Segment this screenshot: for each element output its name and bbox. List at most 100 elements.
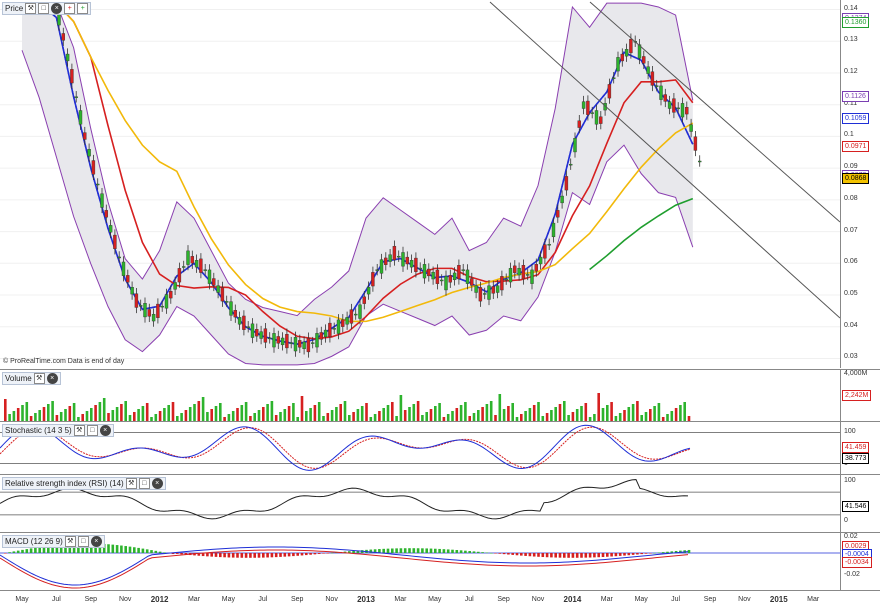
wrench-icon[interactable]: ⚒: [25, 3, 37, 14]
macd-hist-down: [214, 553, 218, 557]
macd-hist-up: [137, 547, 140, 553]
macd-hist-up: [472, 551, 476, 553]
macd-hist-up: [399, 548, 403, 553]
macd-hist-down: [231, 553, 235, 558]
macd-hist-down: [649, 553, 652, 554]
price-tick: 0.1: [844, 131, 854, 139]
maximize-icon[interactable]: □: [77, 536, 89, 547]
volume-bar-up: [434, 406, 437, 421]
volume-plot-area[interactable]: [0, 370, 841, 421]
wrench-icon[interactable]: ⚒: [125, 478, 137, 489]
volume-bar-up: [102, 398, 106, 421]
candle-down: [693, 136, 698, 151]
candle-up: [560, 195, 564, 204]
macd-hist-down: [176, 553, 179, 554]
volume-bar-up: [644, 412, 648, 421]
price-marker: 0.0971: [842, 140, 870, 152]
wrench-icon[interactable]: ⚒: [64, 536, 76, 547]
wrench-icon[interactable]: ⚒: [33, 373, 45, 384]
add-indicator-icon[interactable]: +: [64, 3, 76, 14]
macd-panel: MACD (12 26 9) ⚒ □ × 0.020-0.020.0029-0.…: [0, 532, 880, 591]
month-label: Jul: [671, 596, 681, 603]
macd-hist-down: [584, 553, 588, 558]
candle-up: [181, 266, 186, 268]
stochastic-chart: [0, 424, 840, 471]
macd-hist-down: [528, 553, 532, 557]
volume-bar-up: [206, 412, 209, 421]
month-label: Sep: [703, 596, 717, 603]
macd-hist-down: [550, 553, 553, 558]
macd-hist-down: [227, 553, 231, 558]
macd-hist-up: [386, 548, 390, 553]
volume-bar-up: [666, 414, 669, 421]
candle-up: [624, 49, 629, 57]
candle-up: [474, 285, 478, 293]
maximize-icon[interactable]: □: [138, 478, 150, 489]
candle-up: [272, 333, 276, 348]
stochastic-panel: Stochastic (14 3 5) ⚒ □ × 100041.45938.7…: [0, 421, 880, 474]
volume-bar-up: [231, 411, 235, 421]
macd-hist-down: [563, 553, 566, 558]
volume-bar-down: [391, 402, 394, 421]
volume-bar-up: [451, 411, 454, 421]
volume-bar-up: [85, 411, 89, 421]
volume-axis: 4,000M 2,242M: [841, 370, 880, 421]
volume-bar-up: [412, 404, 416, 421]
macd-hist-down: [283, 553, 287, 557]
macd-hist-up: [403, 548, 407, 553]
volume-bar-up: [373, 414, 377, 421]
volume-bar-down: [4, 399, 7, 421]
price-tick: 0.07: [844, 226, 858, 234]
volume-bar-up: [8, 414, 11, 421]
candle-up: [495, 285, 500, 293]
volume-bar-down: [597, 393, 600, 421]
macd-hist-down: [541, 553, 545, 558]
candle-down: [500, 276, 504, 291]
candle-up: [379, 259, 384, 274]
macd-hist-down: [644, 553, 648, 554]
macd-hist-down: [515, 553, 519, 556]
stochastic-plot-area[interactable]: [0, 422, 841, 474]
close-icon[interactable]: ×: [90, 536, 102, 547]
volume-bar-down: [545, 413, 549, 421]
volume-bar-down: [16, 408, 20, 421]
macd-hist-up: [29, 548, 33, 553]
close-icon[interactable]: ×: [46, 373, 58, 384]
volume-bar-up: [550, 410, 553, 421]
macd-plot-area[interactable]: [0, 533, 841, 591]
candle-up: [173, 282, 177, 290]
candle-up: [280, 337, 285, 346]
candle-down: [478, 287, 483, 302]
macd-hist-up: [489, 552, 493, 554]
macd-hist-down: [296, 553, 299, 556]
price-plot-area[interactable]: [0, 0, 841, 368]
macd-hist-up: [124, 546, 127, 553]
volume-bar-up: [683, 402, 686, 421]
maximize-icon[interactable]: □: [38, 3, 50, 14]
candle-down: [607, 84, 612, 99]
volume-bar-up: [438, 403, 441, 421]
add-object-icon[interactable]: +: [77, 3, 89, 14]
volume-bar-up: [606, 405, 609, 421]
candle-up: [581, 101, 586, 109]
close-icon[interactable]: ×: [151, 478, 163, 489]
macd-hist-down: [249, 553, 252, 558]
close-icon[interactable]: ×: [99, 425, 111, 436]
volume-bar-up: [167, 405, 170, 421]
volume-bar-up: [266, 404, 269, 421]
wrench-icon[interactable]: ⚒: [73, 425, 85, 436]
macd-hist-down: [210, 553, 213, 557]
month-label: Mar: [600, 596, 613, 603]
maximize-icon[interactable]: □: [86, 425, 98, 436]
volume-bar-up: [309, 408, 312, 421]
volume-bar-down: [326, 413, 330, 421]
candle-down: [599, 116, 603, 124]
candle-up: [388, 254, 392, 262]
close-icon[interactable]: ×: [51, 3, 63, 14]
volume-bar-up: [283, 409, 287, 421]
macd-hist-down: [305, 553, 308, 556]
candle-up: [676, 107, 680, 110]
volume-bar-down: [455, 408, 459, 421]
candle-down: [328, 322, 332, 338]
candle-up: [452, 272, 457, 281]
